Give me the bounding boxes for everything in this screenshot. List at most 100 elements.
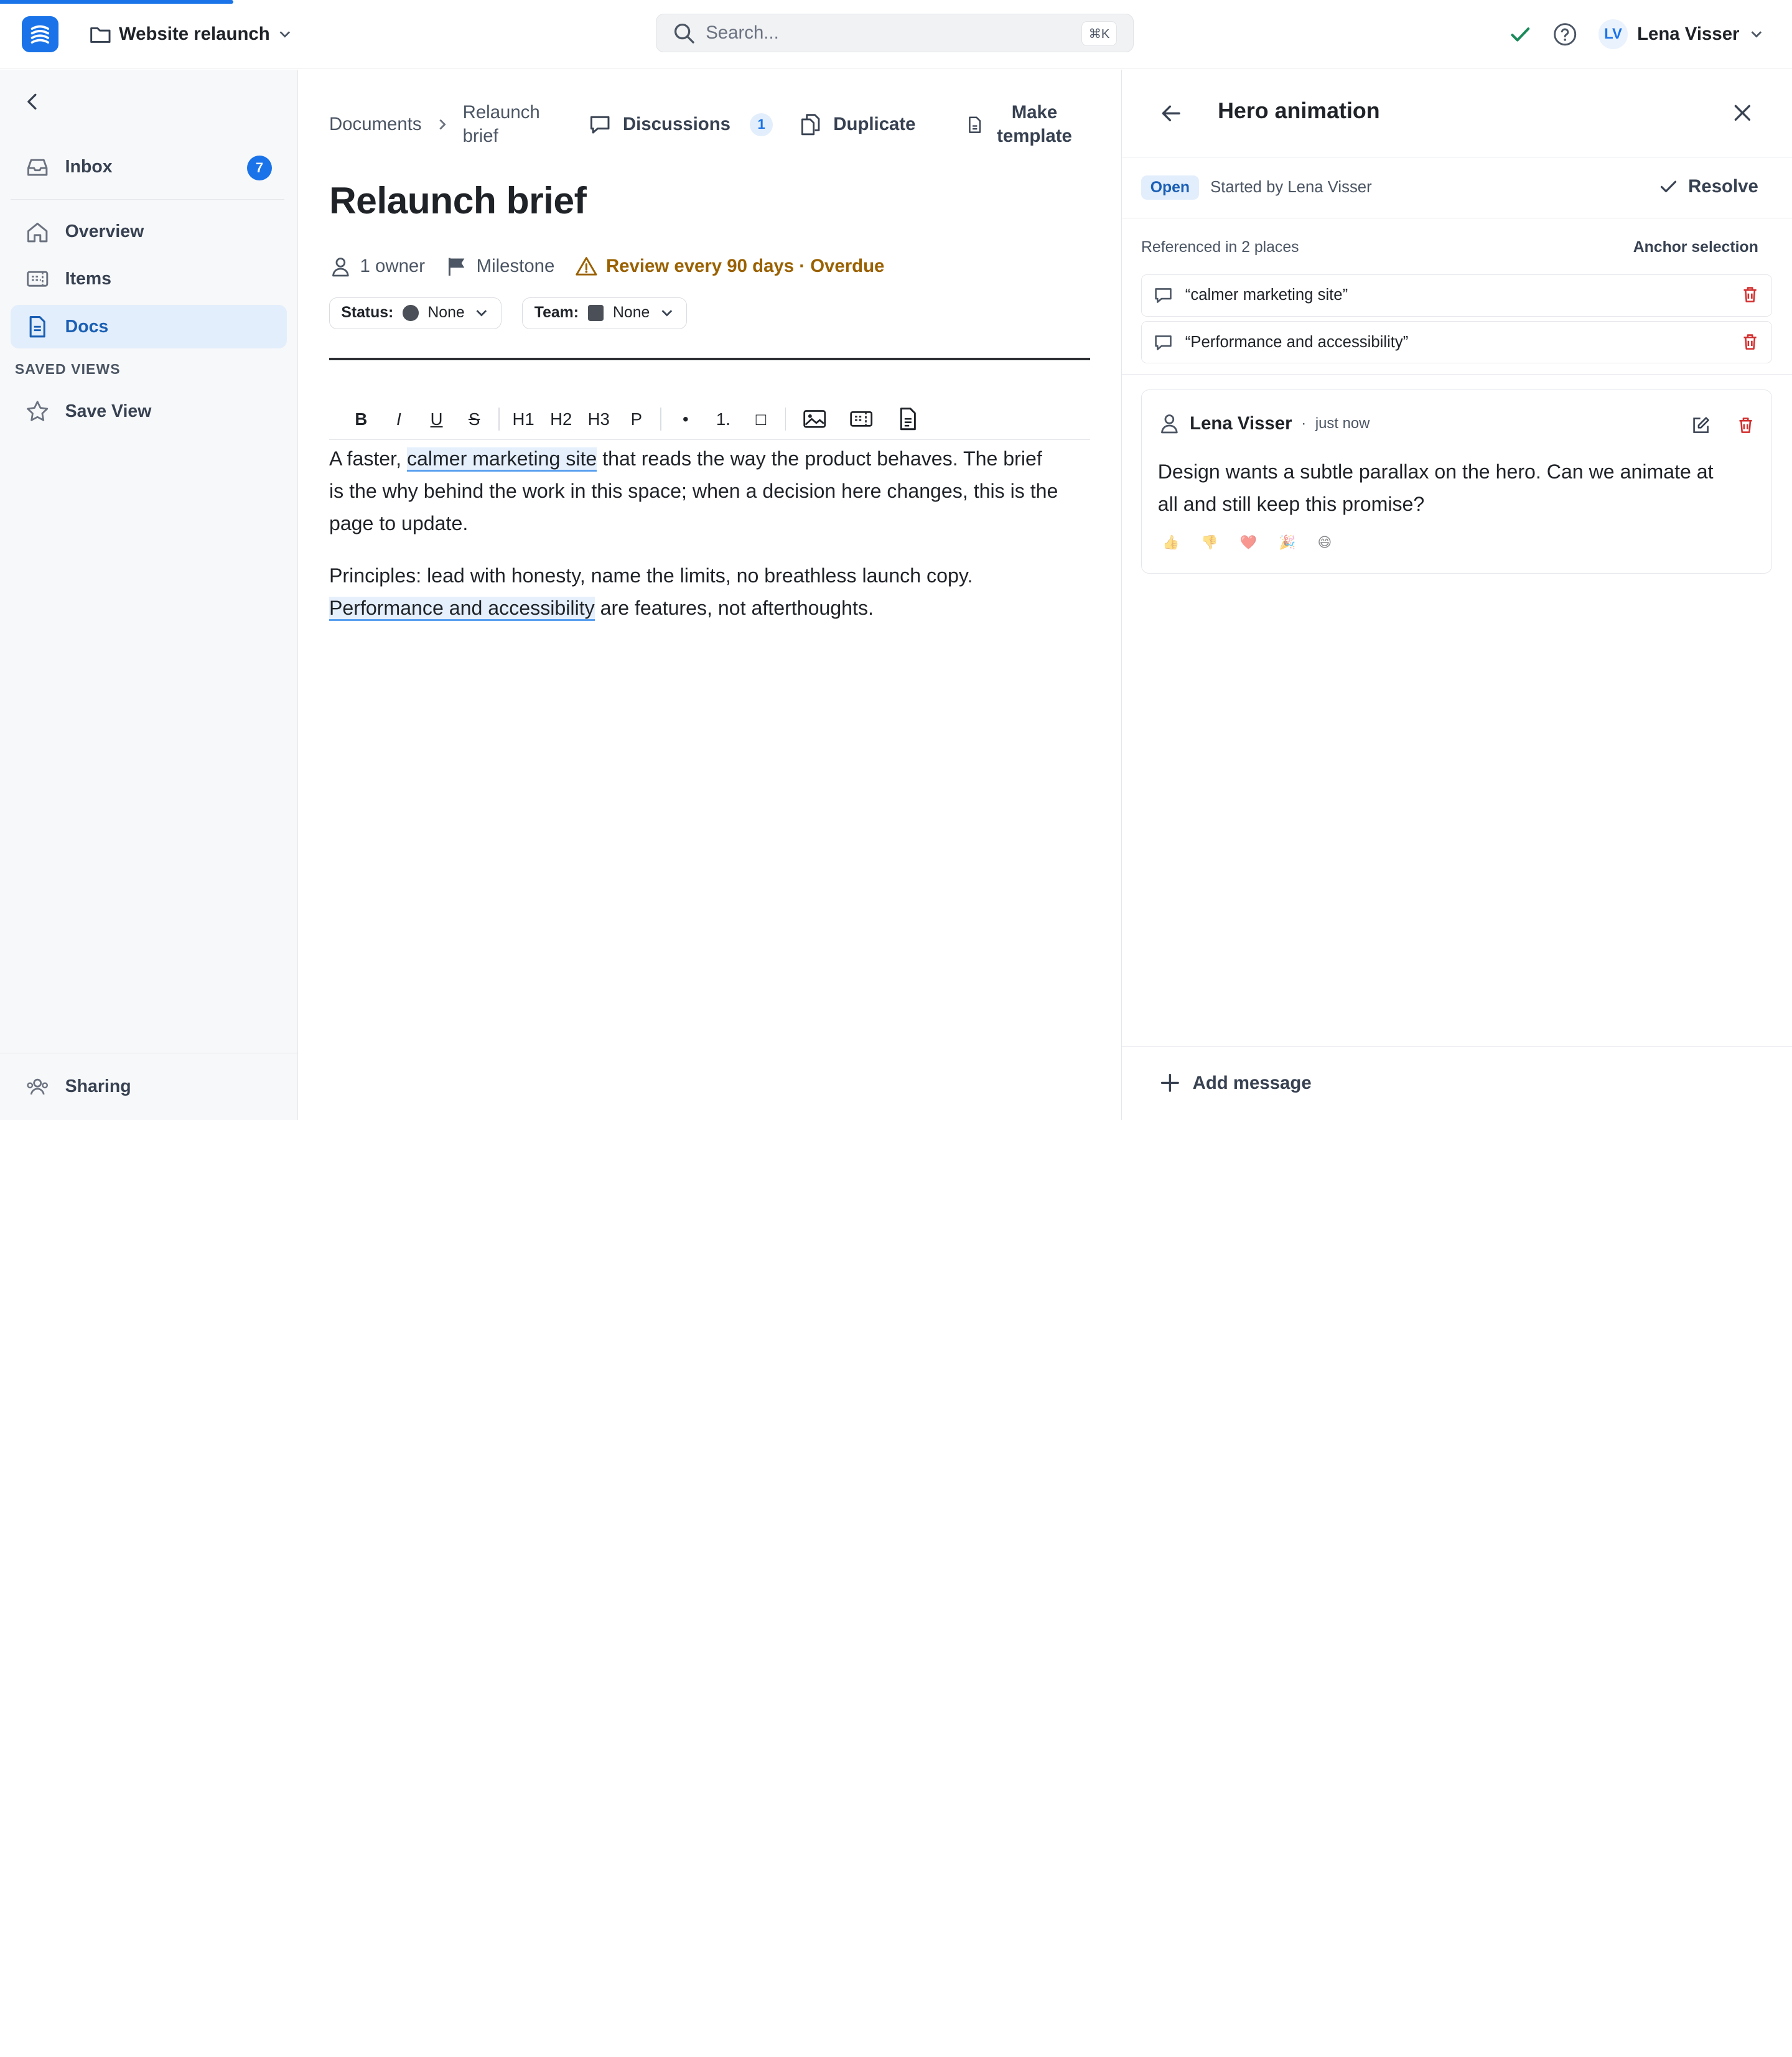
workspace-name: Website relaunch bbox=[118, 24, 270, 45]
folder-icon bbox=[90, 27, 111, 43]
heading2-button[interactable]: H2 bbox=[545, 403, 577, 435]
sidebar-divider bbox=[10, 198, 285, 200]
back-arrow-icon[interactable] bbox=[1159, 101, 1183, 126]
party-reaction[interactable]: 🎉 bbox=[1279, 534, 1295, 551]
close-icon[interactable] bbox=[1731, 101, 1754, 124]
owners-meta[interactable]: 1 owner bbox=[329, 255, 425, 278]
save-view-label: Save View bbox=[65, 401, 152, 421]
person-icon bbox=[332, 257, 349, 276]
comment-header: Lena Visser · just now bbox=[1158, 412, 1370, 435]
sidebar-item-inbox[interactable]: Inbox 7 bbox=[11, 145, 287, 189]
comment-icon bbox=[1155, 288, 1172, 304]
anchor-selection-button[interactable]: Anchor selection bbox=[1633, 239, 1758, 256]
italic-button[interactable]: I bbox=[383, 403, 414, 435]
discussions-button[interactable]: Discussions 1 bbox=[587, 112, 773, 137]
sidebar-footer-divider bbox=[0, 1052, 297, 1054]
make-template-label: Make template bbox=[997, 101, 1072, 147]
editor-toolbar: B I U S H1 H2 H3 P • 1. □ bbox=[329, 399, 1091, 441]
heading3-button[interactable]: H3 bbox=[583, 403, 615, 435]
underline-button[interactable]: U bbox=[421, 403, 452, 435]
anchored-highlight[interactable]: calmer marketing site bbox=[406, 447, 597, 472]
insert-document-button[interactable] bbox=[888, 403, 929, 435]
chevron-down-icon bbox=[279, 31, 290, 38]
status-dot-icon bbox=[403, 305, 419, 322]
chevron-down-icon bbox=[1751, 31, 1762, 38]
paragraph-text: are features, not afterthoughts. bbox=[594, 597, 874, 620]
search-bar[interactable]: ⌘K bbox=[656, 14, 1134, 53]
add-message-label: Add message bbox=[1192, 1072, 1312, 1093]
review-overdue-meta[interactable]: Review every 90 days · Overdue bbox=[575, 255, 884, 278]
image-icon bbox=[803, 410, 826, 428]
comment-time: just now bbox=[1315, 414, 1370, 432]
document-body[interactable]: A faster, calmer marketing site that rea… bbox=[329, 442, 1060, 644]
sidebar-item-overview[interactable]: Overview bbox=[11, 210, 287, 254]
comment-author: Lena Visser bbox=[1190, 413, 1292, 434]
ticket-icon bbox=[850, 411, 873, 427]
search-input[interactable] bbox=[706, 22, 1049, 44]
heart-reaction[interactable]: ❤️ bbox=[1240, 534, 1257, 551]
numbered-list-button[interactable]: 1. bbox=[707, 403, 739, 435]
status-dropdown[interactable]: Status: None bbox=[329, 297, 502, 329]
breadcrumb-documents[interactable]: Documents bbox=[329, 114, 422, 135]
reference-item[interactable]: “calmer marketing site” bbox=[1141, 274, 1772, 317]
user-menu[interactable]: LV Lena Visser bbox=[1598, 19, 1765, 49]
checklist-button[interactable]: □ bbox=[745, 403, 777, 435]
insert-image-button[interactable] bbox=[794, 403, 835, 435]
thumbs-up-reaction[interactable]: 👍 bbox=[1162, 534, 1179, 551]
panel-divider bbox=[1121, 373, 1792, 375]
reference-item[interactable]: “Performance and accessibility” bbox=[1141, 321, 1772, 364]
document-meta: 1 owner Milestone Review every 90 days ·… bbox=[329, 253, 884, 280]
comment-card: Lena Visser · just now Design wants a su… bbox=[1141, 389, 1772, 574]
toolbar-separator bbox=[660, 408, 662, 431]
strikethrough-button[interactable]: S bbox=[458, 403, 490, 435]
referenced-count: Referenced in 2 places bbox=[1141, 238, 1299, 256]
reaction-bar: 👍 👎 ❤️ 🎉 😄 bbox=[1162, 534, 1332, 551]
team-dropdown[interactable]: Team: None bbox=[522, 297, 688, 329]
check-icon bbox=[1661, 180, 1677, 193]
discussion-status-row: Open Started by Lena Visser Resolve bbox=[1121, 157, 1792, 218]
resolve-button[interactable]: Resolve bbox=[1658, 176, 1758, 197]
sidebar-item-docs[interactable]: Docs bbox=[10, 305, 287, 349]
bullet-list-button[interactable]: • bbox=[670, 403, 701, 435]
paragraph: A faster, calmer marketing site that rea… bbox=[329, 442, 1060, 540]
sharing-label: Sharing bbox=[65, 1076, 131, 1097]
inbox-icon bbox=[27, 159, 48, 176]
help-icon[interactable] bbox=[1552, 22, 1577, 47]
thumbs-down-reaction[interactable]: 👎 bbox=[1201, 534, 1218, 551]
edit-icon[interactable] bbox=[1691, 416, 1710, 435]
workspace-switcher[interactable]: Website relaunch bbox=[89, 19, 292, 49]
collapse-sidebar-icon[interactable] bbox=[21, 90, 44, 113]
duplicate-label: Duplicate bbox=[833, 114, 916, 135]
save-view-button[interactable]: Save View bbox=[11, 389, 287, 433]
owners-label: 1 owner bbox=[360, 255, 426, 276]
trash-icon[interactable] bbox=[1740, 285, 1760, 304]
milestone-meta[interactable]: Milestone bbox=[446, 255, 554, 278]
app-logo[interactable] bbox=[21, 16, 58, 53]
status-badge: Open bbox=[1141, 175, 1199, 200]
sharing-button[interactable]: Sharing bbox=[11, 1065, 287, 1109]
paragraph-button[interactable]: P bbox=[620, 403, 652, 435]
discussions-label: Discussions bbox=[622, 114, 731, 135]
trash-icon[interactable] bbox=[1736, 416, 1755, 435]
sidebar-item-label: Items bbox=[65, 268, 112, 289]
people-icon bbox=[27, 1079, 49, 1095]
make-template-button[interactable]: Make template bbox=[966, 101, 1074, 149]
page-title[interactable]: Relaunch brief bbox=[329, 179, 587, 222]
milestone-label: Milestone bbox=[476, 255, 555, 276]
duplicate-button[interactable]: Duplicate bbox=[798, 112, 916, 137]
insert-item-button[interactable] bbox=[841, 403, 882, 435]
sidebar-item-items[interactable]: Items bbox=[11, 257, 287, 301]
add-message-button[interactable]: Add message bbox=[1121, 1045, 1792, 1120]
smile-reaction[interactable]: 😄 bbox=[1317, 534, 1332, 551]
comment-time-separator: · bbox=[1301, 414, 1307, 432]
status-value: None bbox=[427, 304, 465, 322]
trash-icon[interactable] bbox=[1740, 332, 1760, 352]
paragraph-text: A faster, bbox=[329, 447, 407, 470]
sidebar-item-label: Overview bbox=[65, 222, 144, 242]
inbox-count-badge: 7 bbox=[246, 155, 273, 181]
warning-icon bbox=[576, 256, 597, 276]
bold-button[interactable]: B bbox=[345, 403, 377, 435]
paragraph: Principles: lead with honesty, name the … bbox=[329, 559, 1060, 625]
heading1-button[interactable]: H1 bbox=[507, 403, 539, 435]
anchored-highlight[interactable]: Performance and accessibility bbox=[329, 597, 595, 622]
